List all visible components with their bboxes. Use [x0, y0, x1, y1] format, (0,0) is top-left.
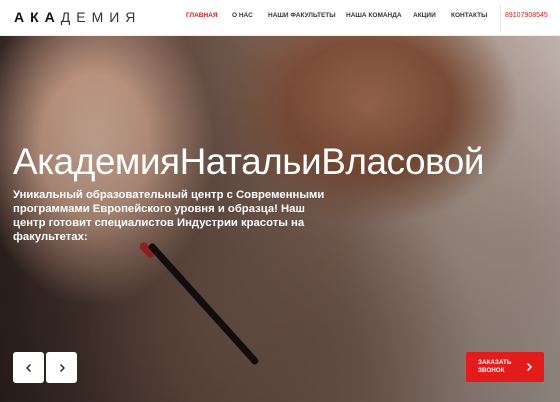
chevron-right-icon [526, 362, 533, 372]
nav-item-team[interactable]: НАША КОМАНДА [346, 12, 402, 19]
chevron-right-icon [59, 363, 65, 372]
site-header: АКАДЕМИЯ ГЛАВНАЯ О НАС НАШИ ФАКУЛЬТЕТЫ Н… [0, 0, 560, 36]
nav-divider [500, 5, 501, 31]
nav-item-about[interactable]: О НАС [232, 12, 253, 19]
slider-prev-button[interactable] [13, 352, 44, 383]
logo[interactable]: АКАДЕМИЯ [14, 9, 141, 25]
nav-item-promotions[interactable]: АКЦИИ [413, 12, 436, 19]
nav-item-home[interactable]: ГЛАВНАЯ [186, 12, 218, 19]
logo-bold-text: АКА [14, 9, 61, 25]
phone-link[interactable]: 89107908545 [505, 12, 548, 19]
order-call-label: ЗАКАЗАТЬ ЗВОНОК [478, 359, 512, 374]
logo-light-text: ДЕМИЯ [60, 9, 142, 25]
hero-description: Уникальный образовательный центр с Совре… [13, 189, 325, 243]
nav-item-faculties[interactable]: НАШИ ФАКУЛЬТЕТЫ [268, 12, 336, 19]
chevron-left-icon [25, 363, 31, 372]
order-call-button[interactable]: ЗАКАЗАТЬ ЗВОНОК [466, 352, 544, 382]
slider-next-button[interactable] [46, 352, 77, 383]
nav-item-contacts[interactable]: КОНТАКТЫ [451, 12, 487, 19]
hero-title: АкадемияНатальиВласовой [13, 141, 485, 182]
